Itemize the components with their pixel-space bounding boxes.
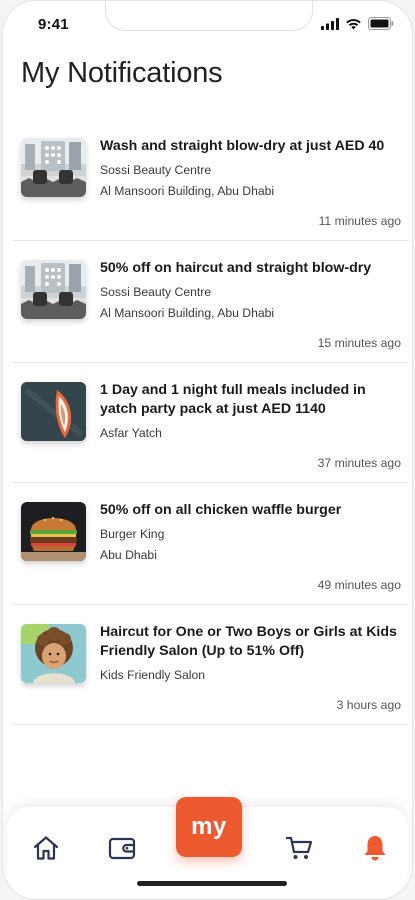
signal-icon xyxy=(321,17,339,35)
battery-icon xyxy=(368,17,394,35)
bottom-nav: my xyxy=(7,797,408,899)
yacht-image xyxy=(21,382,86,441)
cart-icon[interactable] xyxy=(284,833,314,863)
notification-title: 50% off on all chicken waffle burger xyxy=(100,502,342,518)
status-icons xyxy=(321,17,394,35)
notification-vendor: Sossi Beauty Centre xyxy=(100,285,212,299)
burger-image xyxy=(21,502,86,561)
notification-item[interactable]: 50% off on haircut and straight blow-dry… xyxy=(13,241,409,363)
notification-time: 37 minutes ago xyxy=(317,456,401,470)
notch xyxy=(105,1,313,31)
notification-time: 15 minutes ago xyxy=(317,336,401,350)
page-title: My Notifications xyxy=(21,57,223,89)
bell-icon[interactable] xyxy=(360,833,390,863)
notification-vendor: Asfar Yatch xyxy=(100,426,162,440)
notification-item[interactable]: 1 Day and 1 night full meals included in… xyxy=(13,363,409,483)
notification-time: 49 minutes ago xyxy=(317,578,401,592)
notification-location: Abu Dhabi xyxy=(100,548,157,562)
notification-title: Wash and straight blow-dry at just AED 4… xyxy=(100,138,385,154)
home-indicator xyxy=(137,881,287,886)
status-bar: 9:41 xyxy=(3,1,412,47)
notification-title: Haircut for One or Two Boys or Girls at … xyxy=(100,624,397,659)
phone-frame: 9:41 My Notifications Wash and straight … xyxy=(2,0,413,900)
notification-title: 1 Day and 1 night full meals included in… xyxy=(100,382,366,417)
notification-vendor: Burger King xyxy=(100,527,165,541)
wallet-icon[interactable] xyxy=(107,833,137,863)
notification-vendor: Sossi Beauty Centre xyxy=(100,163,212,177)
notification-time: 3 hours ago xyxy=(336,698,401,712)
notification-item[interactable]: Wash and straight blow-dry at just AED 4… xyxy=(13,119,409,241)
notification-title: 50% off on haircut and straight blow-dry xyxy=(100,260,372,276)
child-image xyxy=(21,624,86,683)
wifi-icon xyxy=(345,17,362,35)
notification-location: Al Mansoori Building, Abu Dhabi xyxy=(100,184,275,198)
notification-location: Al Mansoori Building, Abu Dhabi xyxy=(100,306,275,320)
my-button-label: my xyxy=(191,813,227,840)
my-button[interactable]: my xyxy=(176,797,242,857)
notification-list: Wash and straight blow-dry at just AED 4… xyxy=(13,119,409,725)
notification-vendor: Kids Friendly Salon xyxy=(100,668,205,682)
status-time: 9:41 xyxy=(38,16,69,33)
notification-item[interactable]: 50% off on all chicken waffle burger Bur… xyxy=(13,483,409,605)
notification-item[interactable]: Haircut for One or Two Boys or Girls at … xyxy=(13,605,409,725)
notification-time: 11 minutes ago xyxy=(318,214,401,228)
salon-image xyxy=(21,260,86,319)
salon-image xyxy=(21,138,86,197)
home-icon[interactable] xyxy=(31,833,61,863)
